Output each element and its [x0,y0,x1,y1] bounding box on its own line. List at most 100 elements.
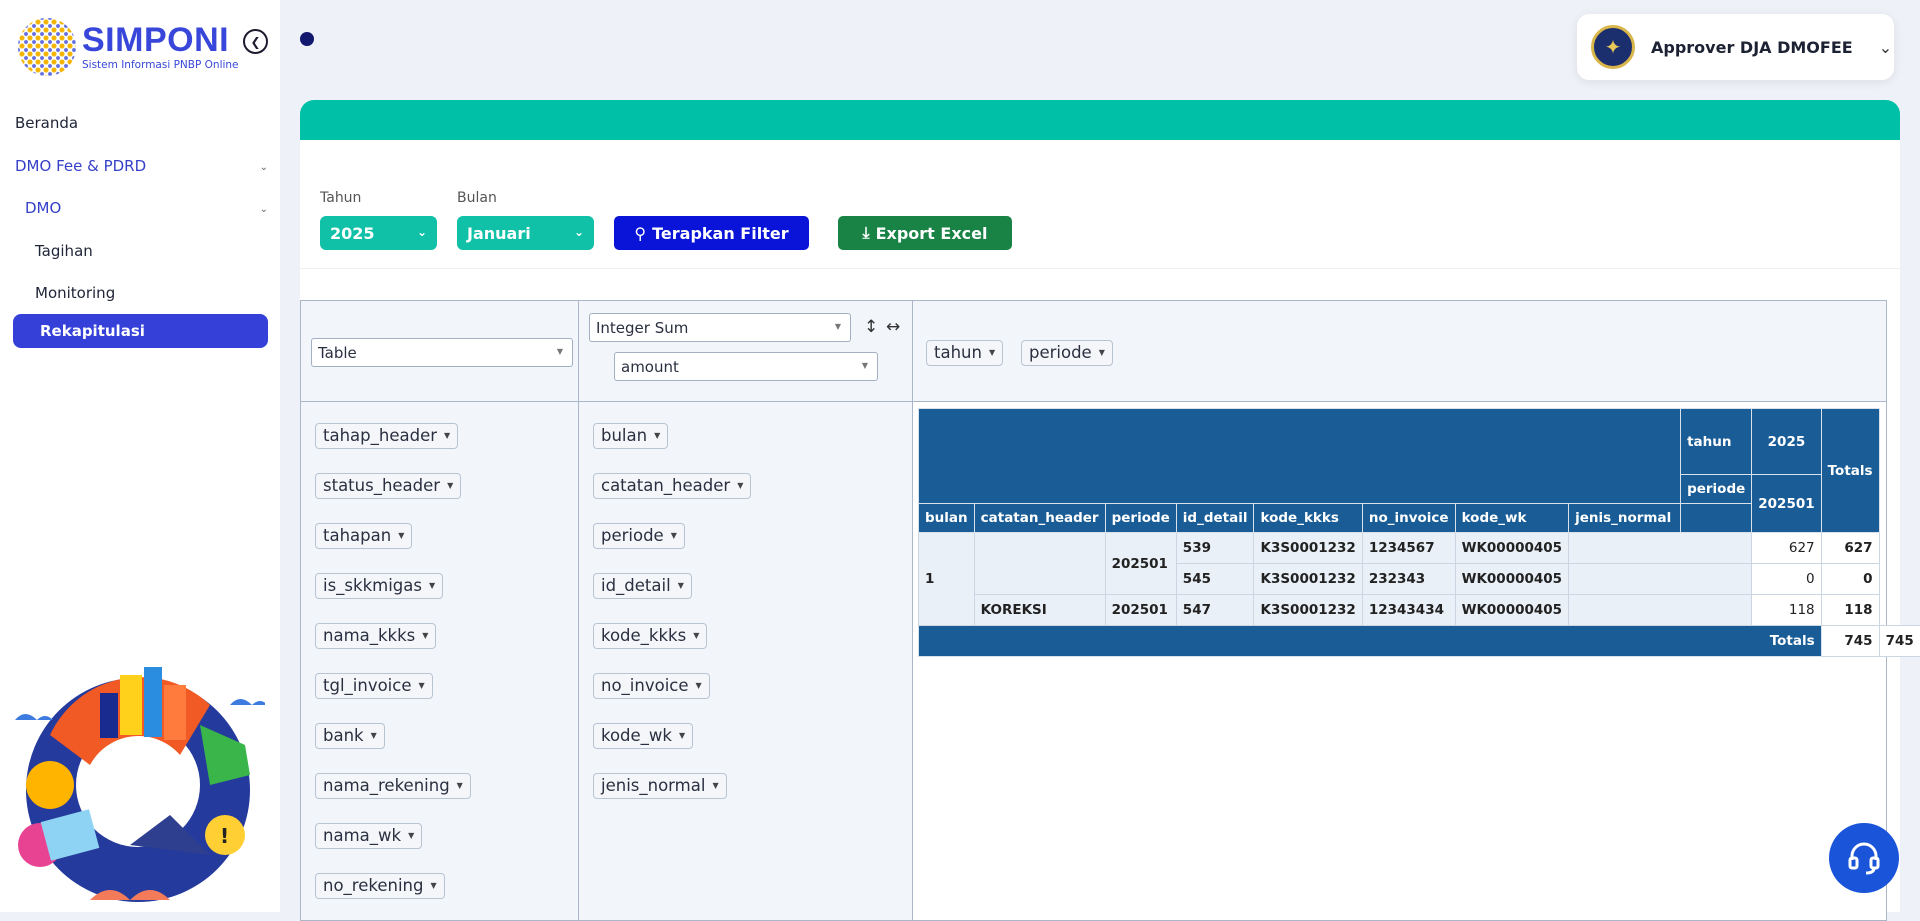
row-attr-header: id_detail [1176,504,1254,533]
col-total: 745 [1821,626,1879,657]
attr-chip[interactable]: no_invoice▼ [593,673,710,699]
row-label: WK00000405 [1455,564,1569,595]
aggregator-select[interactable]: Integer Sum▼ [589,313,851,342]
support-chat-button[interactable] [1829,823,1899,893]
search-icon: ⚲ [634,224,646,243]
row-label: 12343434 [1362,595,1455,626]
download-icon: ⤓ [863,223,870,243]
svg-text:!: ! [220,824,229,848]
renderer-select[interactable]: Table ▼ [311,338,573,367]
sidebar: SIMPONI Sistem Informasi PNBP Online ❮ B… [0,0,280,912]
row-label: 1 [919,533,975,626]
simponi-logo[interactable]: SIMPONI Sistem Informasi PNBP Online [18,18,239,76]
caret-down-icon: ▼ [679,731,685,740]
attr-chip[interactable]: kode_kkks▼ [593,623,707,649]
table-row: KOREKSI 202501 547 K3S0001232 12343434 W… [919,595,1920,626]
renderer-cell: Table ▼ [300,300,579,402]
col-label-202501: 202501 [1752,475,1821,533]
attr-chip-label: nama_kkks [323,626,415,645]
caret-down-icon: ▼ [430,881,436,890]
decorative-illustration: ! [10,665,265,910]
caret-down-icon: ▼ [693,631,699,640]
attr-chip-label: tahap_header [323,426,437,445]
logo-title: SIMPONI [82,23,239,57]
bulan-value: Januari [467,224,531,243]
tahun-label: Tahun [320,190,361,206]
user-menu[interactable]: ✦ Approver DJA DMOFEE ⌄ [1577,14,1894,80]
apply-filter-button[interactable]: ⚲ Terapkan Filter [614,216,809,250]
row-label: K3S0001232 [1254,564,1362,595]
row-attr-header: periode [1105,504,1176,533]
attr-chip[interactable]: tahapan▼ [315,523,412,549]
cell-value: 118 [1752,595,1821,626]
pivot-corner-spacer [919,475,1681,504]
tahun-select[interactable]: 2025⌄ [320,216,437,250]
row-label: WK00000405 [1455,533,1569,564]
attr-chip[interactable]: status_header▼ [315,473,461,499]
attr-chip[interactable]: nama_kkks ▼ [315,623,436,649]
attr-chip[interactable]: catatan_header▼ [593,473,751,499]
export-excel-button[interactable]: ⤓ Export Excel [838,216,1012,250]
attr-chip-periode[interactable]: periode▼ [1021,340,1113,366]
row-label: K3S0001232 [1254,595,1362,626]
row-label [974,533,1105,595]
attr-chip[interactable]: kode_wk▼ [593,723,693,749]
cell-value: 0 [1752,564,1821,595]
attr-chip[interactable]: bank ▼ [315,723,385,749]
row-order-icon[interactable]: ↕ [864,317,878,337]
tahun-value: 2025 [330,224,375,243]
row-label: K3S0001232 [1254,533,1362,564]
attr-chip-label: bank [323,726,364,745]
sidebar-item-dmo-fee[interactable]: DMO Fee & PDRD⌄ [15,157,280,175]
row-label: 1234567 [1362,533,1455,564]
caret-down-icon: ▼ [371,731,377,740]
row-attr-header: catatan_header [974,504,1105,533]
attr-chip[interactable]: is_skkmigas▼ [315,573,443,599]
row-attr-header: no_invoice [1362,504,1455,533]
ministry-emblem-icon: ✦ [1591,25,1635,69]
attr-chip-label: is_skkmigas [323,576,422,595]
sidebar-item-monitoring[interactable]: Monitoring [35,284,115,302]
row-attr-header: kode_kkks [1254,504,1362,533]
bulan-select[interactable]: Januari⌄ [457,216,594,250]
caret-down-icon: ▼ [557,347,563,356]
sidebar-item-label: DMO Fee & PDRD [15,157,146,175]
col-order-icon[interactable]: ↔ [886,317,900,337]
renderer-value: Table [318,344,357,362]
attr-chip-tahun[interactable]: tahun▼ [926,340,1003,366]
apply-filter-label: Terapkan Filter [652,224,788,243]
attr-chip[interactable]: jenis_normal▼ [593,773,727,799]
caret-down-icon: ▼ [444,431,450,440]
caret-down-icon: ▼ [835,322,841,331]
sidebar-item-beranda[interactable]: Beranda [15,114,78,132]
unused-attrs-area: tahap_header ▼ status_header▼ tahapan▼ is… [300,401,579,921]
attr-chip[interactable]: bulan▼ [593,423,668,449]
collapse-sidebar-button[interactable]: ❮ [243,29,268,54]
attr-chip[interactable]: nama_rekening▼ [315,773,471,799]
aggregator-field-select[interactable]: amount▼ [614,352,878,381]
row-attrs-area: bulan▼ catatan_header▼ periode▼ id_detai… [578,401,913,921]
attr-chip[interactable]: no_rekening▼ [315,873,445,899]
sidebar-item-rekapitulasi[interactable]: Rekapitulasi [13,314,268,348]
attr-chip[interactable]: nama_wk▼ [315,823,422,849]
caret-down-icon: ▼ [671,531,677,540]
row-label: 539 [1176,533,1254,564]
row-label: WK00000405 [1455,595,1569,626]
row-total: 118 [1821,595,1879,626]
col-attr-tahun: tahun [1681,409,1752,475]
sidebar-item-tagihan[interactable]: Tagihan [35,242,93,260]
caret-down-icon: ▼ [422,631,428,640]
panel-header [300,100,1900,140]
row-label: 202501 [1105,533,1176,595]
export-excel-label: Export Excel [876,224,988,243]
row-label: 232343 [1362,564,1455,595]
caret-down-icon: ▼ [419,681,425,690]
attr-chip[interactable]: periode▼ [593,523,685,549]
sidebar-item-label: Beranda [15,114,78,132]
caret-down-icon: ▼ [447,481,453,490]
row-attr-header: bulan [919,504,975,533]
attr-chip[interactable]: tahap_header ▼ [315,423,458,449]
attr-chip[interactable]: id_detail▼ [593,573,692,599]
attr-chip[interactable]: tgl_invoice▼ [315,673,433,699]
sidebar-item-dmo[interactable]: DMO⌄ [25,199,280,217]
